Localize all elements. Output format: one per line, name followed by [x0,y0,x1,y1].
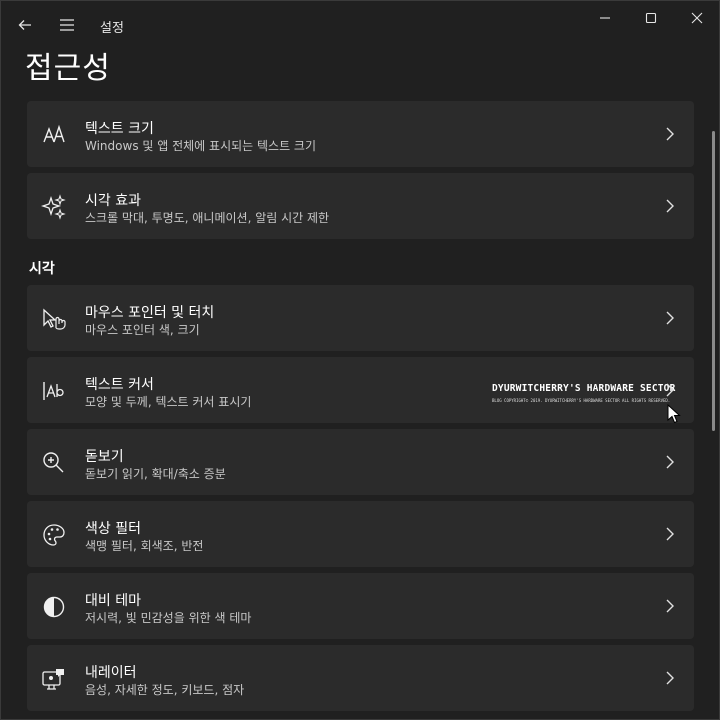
magnifier-icon [43,452,64,473]
card-magnifier[interactable]: 돋보기 돋보기 읽기, 확대/축소 증분 [27,429,694,495]
card-subtitle: 색맹 필터, 회색조, 반전 [85,539,204,553]
watermark: DYURWITCHERRY'S HARDWARE SECTOR BLOG COP… [492,383,676,403]
close-button[interactable] [677,5,717,31]
section-label-vision: 시각 [29,261,55,277]
sparkle-icon [41,194,66,220]
chevron-right-icon [666,599,674,613]
card-mouse-pointer-touch[interactable]: 마우스 포인터 및 터치 마우스 포인터 색, 크기 [27,285,694,351]
chevron-right-icon [666,455,674,469]
card-subtitle: 마우스 포인터 색, 크기 [85,323,200,337]
card-subtitle: Windows 및 앱 전체에 표시되는 텍스트 크기 [85,139,317,153]
chevron-right-icon [666,311,674,325]
card-contrast-themes[interactable]: 대비 테마 저시력, 빛 민감성을 위한 색 테마 [27,573,694,639]
card-color-filters[interactable]: 색상 필터 색맹 필터, 회색조, 반전 [27,501,694,567]
close-icon [691,12,703,24]
maximize-button[interactable] [631,5,671,31]
card-narrator[interactable]: 내레이터 음성, 자세한 정도, 키보드, 점자 [27,645,694,711]
mouse-cursor-icon [667,404,681,424]
chevron-right-icon [666,199,674,213]
chevron-right-icon [666,527,674,541]
card-title: 시각 효과 [85,193,141,209]
card-subtitle: 돋보기 읽기, 확대/축소 증분 [85,467,226,481]
back-button[interactable] [9,11,41,39]
settings-window: 설정 접근성 텍스트 크기 Windows 및 앱 전체에 표시되는 텍스트 크… [0,0,720,720]
card-text-size[interactable]: 텍스트 크기 Windows 및 앱 전체에 표시되는 텍스트 크기 [27,101,694,167]
maximize-icon [645,12,657,24]
card-title: 텍스트 커서 [85,377,154,393]
chevron-right-icon [666,127,674,141]
card-title: 색상 필터 [85,521,141,537]
text-cursor-icon [43,382,64,400]
title-bar: 설정 [1,1,719,49]
card-text-cursor[interactable]: 텍스트 커서 모양 및 두께, 텍스트 커서 표시기 DYURWITCHERRY… [27,357,694,423]
narrator-icon [42,669,64,690]
app-title: 설정 [100,21,124,36]
palette-icon [43,524,65,546]
text-size-icon [43,124,65,143]
card-title: 대비 테마 [85,593,141,609]
minimize-icon [600,17,610,19]
card-title: 내레이터 [85,665,137,681]
card-title: 텍스트 크기 [85,121,154,137]
card-subtitle: 음성, 자세한 정도, 키보드, 점자 [85,683,245,697]
watermark-sub: BLOG COPYRIGHT© 2019. DYURWITCHERRY'S HA… [492,398,671,403]
minimize-button[interactable] [585,5,625,31]
card-visual-effects[interactable]: 시각 효과 스크롤 막대, 투명도, 애니메이션, 알림 시간 제한 [27,173,694,239]
contrast-icon [43,596,65,618]
card-title: 돋보기 [85,449,124,465]
chevron-right-icon [666,383,674,397]
scrollbar[interactable] [712,131,715,431]
page-title: 접근성 [25,51,111,86]
menu-button[interactable] [51,11,83,39]
card-subtitle: 스크롤 막대, 투명도, 애니메이션, 알림 시간 제한 [85,211,330,225]
card-title: 마우스 포인터 및 터치 [85,305,215,321]
watermark-main: DYURWITCHERRY'S HARDWARE SECTOR [492,383,676,394]
hamburger-icon [60,19,74,31]
back-arrow-icon [18,20,31,30]
chevron-right-icon [666,671,674,685]
pointer-touch-icon [43,308,66,330]
card-subtitle: 저시력, 빛 민감성을 위한 색 테마 [85,611,252,625]
card-subtitle: 모양 및 두께, 텍스트 커서 표시기 [85,395,252,409]
